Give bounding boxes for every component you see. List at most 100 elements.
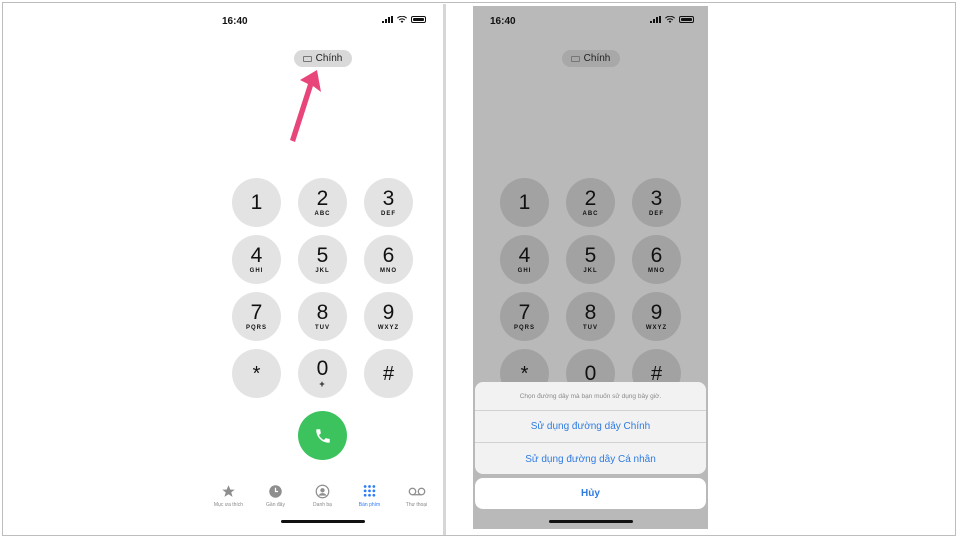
key-hash[interactable]: # xyxy=(364,349,413,398)
key-digit: # xyxy=(382,362,395,385)
key-letters: + xyxy=(319,379,326,389)
key-4[interactable]: 4 GHI xyxy=(500,235,549,284)
key-digit: 6 xyxy=(650,244,663,267)
key-3[interactable]: 3 DEF xyxy=(632,178,681,227)
key-7[interactable]: 7 PQRS xyxy=(500,292,549,341)
tab-favorites[interactable]: Mục ưa thích xyxy=(206,484,252,514)
key-9[interactable]: 9 WXYZ xyxy=(364,292,413,341)
star-icon xyxy=(221,484,236,499)
phone-screen-left: 16:40 Chính 1 2 ABC 3 DEF 4 GHI 5 JKL 6 MNO 7… xyxy=(205,6,440,529)
key-2[interactable]: 2 ABC xyxy=(566,178,615,227)
key-star[interactable]: * xyxy=(232,349,281,398)
battery-icon xyxy=(679,16,694,23)
key-letters: DEF xyxy=(649,211,664,217)
wifi-icon xyxy=(665,16,675,23)
key-digit: 9 xyxy=(382,301,395,324)
tab-label: Gần đây xyxy=(266,502,285,508)
tab-label: Danh bạ xyxy=(313,502,332,508)
key-2[interactable]: 2 ABC xyxy=(298,178,347,227)
line-selector-pill[interactable]: Chính xyxy=(293,50,352,67)
key-letters: PQRS xyxy=(245,325,267,331)
key-digit: 3 xyxy=(650,187,663,210)
key-letters: ABC xyxy=(582,211,599,217)
key-digit: 4 xyxy=(250,244,263,267)
phone-screen-right: 16:40 Chính 1 2 ABC 3 DEF 4 GHI 5 JKL 6 MNO 7… xyxy=(473,6,708,529)
key-letters: WXYZ xyxy=(377,325,400,331)
key-letters: JKL xyxy=(315,268,330,274)
key-digit: 6 xyxy=(382,244,395,267)
tab-label: Bàn phím xyxy=(358,502,381,508)
signal-icon xyxy=(382,16,393,23)
key-4[interactable]: 4 GHI xyxy=(232,235,281,284)
key-digit: 4 xyxy=(518,244,531,267)
key-3[interactable]: 3 DEF xyxy=(364,178,413,227)
status-time: 16:40 xyxy=(490,16,516,27)
key-digit: 8 xyxy=(584,301,597,324)
key-digit: 2 xyxy=(316,187,329,210)
sheet-title: Chọn đường dây mà bạn muốn sử dụng bây g… xyxy=(475,382,706,411)
tab-label: Thư thoại xyxy=(405,502,428,508)
wifi-icon xyxy=(397,16,407,23)
tab-recents[interactable]: Gần đây xyxy=(253,484,299,514)
key-1[interactable]: 1 xyxy=(232,178,281,227)
clock-icon xyxy=(268,484,283,499)
key-8[interactable]: 8 TUV xyxy=(566,292,615,341)
key-7[interactable]: 7 PQRS xyxy=(232,292,281,341)
keypad-icon xyxy=(362,484,377,499)
line-selector-label: Chính xyxy=(315,53,343,64)
use-primary-line-button[interactable]: Sử dụng đường dây Chính xyxy=(475,411,706,443)
key-8[interactable]: 8 TUV xyxy=(298,292,347,341)
key-letters: MNO xyxy=(380,268,397,274)
key-0[interactable]: 0 + xyxy=(298,349,347,398)
sim-icon xyxy=(302,55,312,62)
key-digit: * xyxy=(520,362,529,385)
key-digit: 0 xyxy=(316,357,329,380)
key-digit: 5 xyxy=(584,244,597,267)
key-digit: 7 xyxy=(518,301,531,324)
status-time: 16:40 xyxy=(222,16,248,27)
call-button[interactable] xyxy=(298,411,347,460)
key-letters: WXYZ xyxy=(645,325,668,331)
tab-contacts[interactable]: Danh bạ xyxy=(300,484,346,514)
key-6[interactable]: 6 MNO xyxy=(632,235,681,284)
line-selector-pill[interactable]: Chính xyxy=(561,50,620,67)
key-9[interactable]: 9 WXYZ xyxy=(632,292,681,341)
key-letters: PQRS xyxy=(513,325,535,331)
key-letters: GHI xyxy=(249,268,264,274)
home-indicator xyxy=(548,520,633,523)
key-letters: GHI xyxy=(517,268,532,274)
home-indicator xyxy=(280,520,365,523)
key-digit: 5 xyxy=(316,244,329,267)
keypad-left: 1 2 ABC 3 DEF 4 GHI 5 JKL 6 MNO 7 PQRS 8 TUV 9W… xyxy=(232,178,413,398)
key-digit: * xyxy=(252,362,261,385)
key-6[interactable]: 6 MNO xyxy=(364,235,413,284)
use-personal-line-button[interactable]: Sử dụng đường dây Cá nhân xyxy=(475,443,706,474)
status-icons xyxy=(382,16,426,23)
line-selector-label: Chính xyxy=(583,53,611,64)
key-digit: 7 xyxy=(250,301,263,324)
cancel-button[interactable]: Hủy xyxy=(475,478,706,509)
tab-voicemail[interactable]: Thư thoại xyxy=(394,484,440,514)
battery-icon xyxy=(411,16,426,23)
key-digit: 8 xyxy=(316,301,329,324)
tab-bar: Mục ưa thích Gần đây Danh bạ Bàn phím Th… xyxy=(205,484,440,514)
key-digit: 0 xyxy=(584,362,597,385)
key-digit: 2 xyxy=(584,187,597,210)
line-choice-sheet: Chọn đường dây mà bạn muốn sử dụng bây g… xyxy=(475,382,706,474)
phone-icon xyxy=(315,428,330,443)
key-letters: TUV xyxy=(583,325,598,331)
key-5[interactable]: 5 JKL xyxy=(566,235,615,284)
key-digit: 9 xyxy=(650,301,663,324)
key-letters: JKL xyxy=(583,268,598,274)
status-icons xyxy=(650,16,694,23)
key-letters: DEF xyxy=(381,211,396,217)
key-5[interactable]: 5 JKL xyxy=(298,235,347,284)
pointer-arrow-icon xyxy=(290,70,321,142)
voicemail-icon xyxy=(408,484,426,499)
tab-keypad[interactable]: Bàn phím xyxy=(347,484,393,514)
key-1[interactable]: 1 xyxy=(500,178,549,227)
key-digit: 1 xyxy=(518,191,531,214)
sim-icon xyxy=(570,55,580,62)
tab-label: Mục ưa thích xyxy=(213,502,244,508)
key-letters: ABC xyxy=(314,211,331,217)
